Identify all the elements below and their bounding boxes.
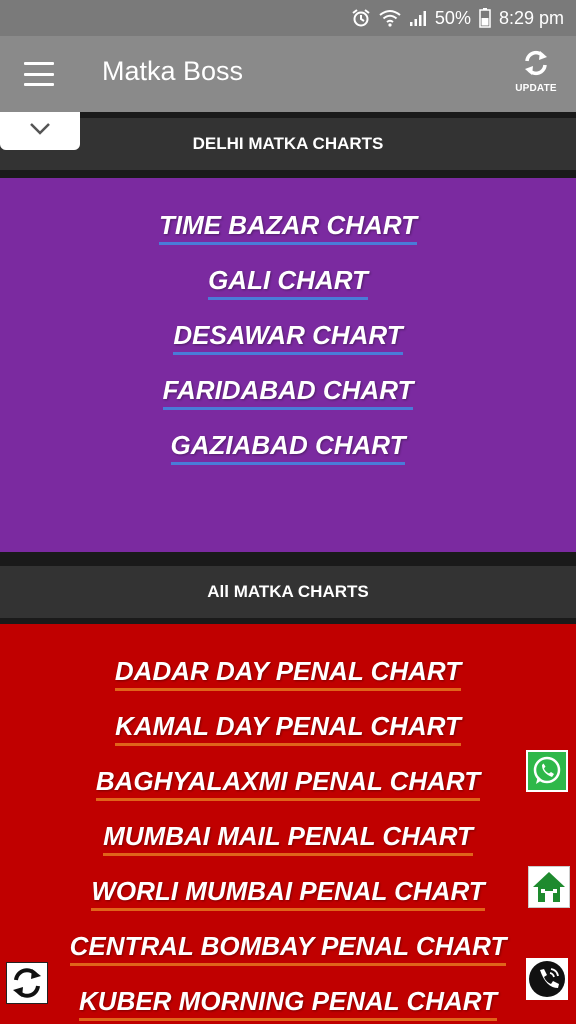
- chart-link-time-bazar[interactable]: TIME BAZAR CHART: [0, 210, 576, 245]
- chart-link-baghyalaxmi[interactable]: BAGHYALAXMI PENAL CHART: [0, 766, 576, 801]
- chart-link-gali[interactable]: GALI CHART: [0, 265, 576, 300]
- menu-icon[interactable]: [20, 58, 58, 90]
- chart-link-kamal-day[interactable]: KAMAL DAY PENAL CHART: [0, 711, 576, 746]
- wifi-icon: [379, 9, 401, 27]
- update-label: UPDATE: [515, 83, 557, 94]
- refresh-icon: [522, 50, 550, 81]
- alarm-icon: [351, 8, 371, 28]
- delhi-section-header: DELHI MATKA CHARTS: [0, 118, 576, 170]
- battery-percent: 50%: [434, 7, 471, 28]
- update-button[interactable]: UPDATE: [514, 50, 558, 98]
- app-bar: Matka Boss UPDATE: [0, 36, 576, 112]
- chart-link-desawar[interactable]: DESAWAR CHART: [0, 320, 576, 355]
- status-bar: 50% 8:29 pm: [0, 0, 576, 36]
- chart-link-gaziabad[interactable]: GAZIABAD CHART: [0, 430, 576, 465]
- chart-link-dadar-day[interactable]: DADAR DAY PENAL CHART: [0, 656, 576, 691]
- chart-link-faridabad[interactable]: FARIDABAD CHART: [0, 375, 576, 410]
- refresh-icon[interactable]: [6, 962, 48, 1004]
- chevron-down-icon: [29, 122, 51, 141]
- chart-link-mumbai-mail[interactable]: MUMBAI MAIL PENAL CHART: [0, 821, 576, 856]
- signal-icon: [409, 9, 427, 27]
- whatsapp-icon[interactable]: [526, 750, 568, 792]
- status-time: 8:29 pm: [498, 7, 564, 28]
- all-section-header: All MATKA CHARTS: [0, 566, 576, 618]
- all-charts-panel: DADAR DAY PENAL CHART KAMAL DAY PENAL CH…: [0, 624, 576, 1024]
- chart-link-worli-mumbai[interactable]: WORLI MUMBAI PENAL CHART: [0, 876, 576, 911]
- app-title: Matka Boss: [102, 56, 244, 86]
- delhi-charts-panel: TIME BAZAR CHART GALI CHART DESAWAR CHAR…: [0, 178, 576, 552]
- chart-link-central-bombay[interactable]: CENTRAL BOMBAY PENAL CHART: [0, 931, 576, 966]
- phone-icon[interactable]: [526, 958, 568, 1000]
- collapse-toggle[interactable]: [0, 112, 80, 150]
- chart-link-kuber-morning[interactable]: KUBER MORNING PENAL CHART: [0, 986, 576, 1021]
- battery-icon: [479, 8, 491, 28]
- home-icon[interactable]: [528, 866, 570, 908]
